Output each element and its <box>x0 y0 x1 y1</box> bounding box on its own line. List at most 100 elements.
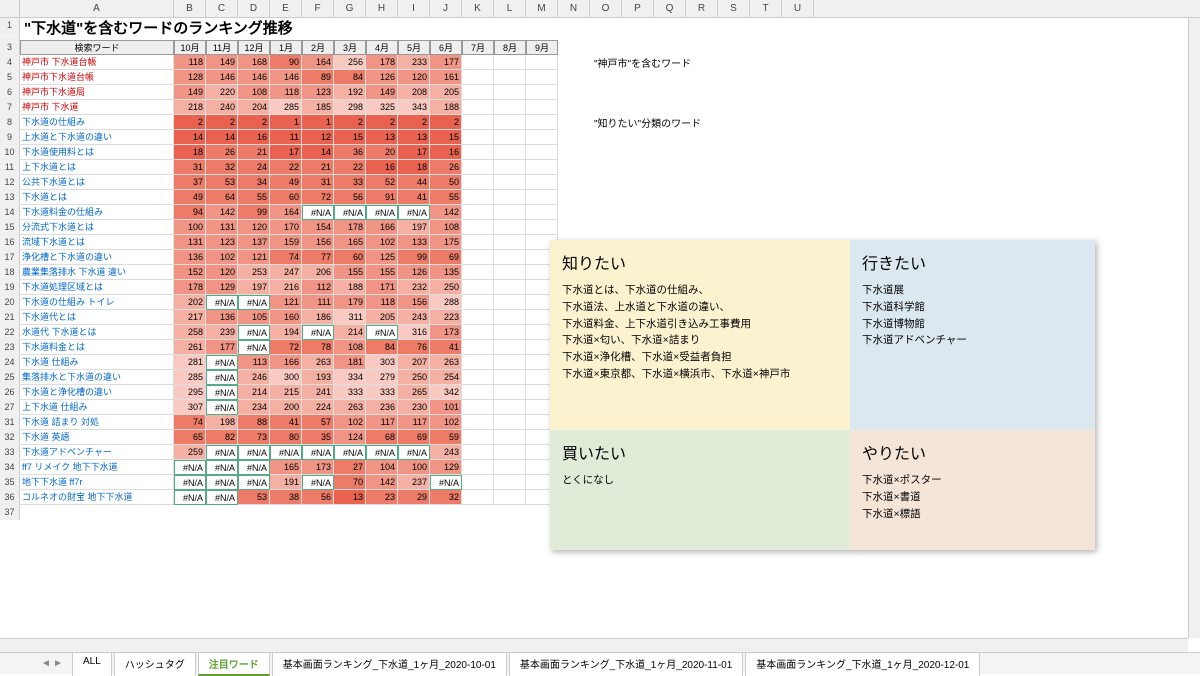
keyword-cell[interactable]: 下水道使用料とは <box>20 145 174 160</box>
rank-cell[interactable]: 333 <box>334 385 366 400</box>
rank-cell[interactable]: 121 <box>270 295 302 310</box>
keyword-cell[interactable]: 下水道 英語 <box>20 430 174 445</box>
rank-cell[interactable]: 2 <box>206 115 238 130</box>
empty-cell[interactable] <box>494 190 526 205</box>
rank-cell[interactable]: 188 <box>430 100 462 115</box>
rank-cell[interactable]: 303 <box>366 355 398 370</box>
rank-cell[interactable]: #N/A <box>334 205 366 220</box>
rank-cell[interactable]: 214 <box>238 385 270 400</box>
empty-cell[interactable] <box>494 145 526 160</box>
rank-cell[interactable]: 105 <box>238 310 270 325</box>
rank-cell[interactable]: 59 <box>430 430 462 445</box>
empty-cell[interactable] <box>462 205 494 220</box>
rank-cell[interactable]: 155 <box>366 265 398 280</box>
rank-cell[interactable]: 108 <box>430 220 462 235</box>
rank-cell[interactable]: 108 <box>334 340 366 355</box>
empty-cell[interactable] <box>462 175 494 190</box>
rank-cell[interactable]: #N/A <box>366 325 398 340</box>
rank-cell[interactable]: 49 <box>270 175 302 190</box>
keyword-cell[interactable]: 公共下水道とは <box>20 175 174 190</box>
rank-cell[interactable]: 146 <box>270 70 302 85</box>
empty-cell[interactable] <box>494 55 526 70</box>
rank-cell[interactable]: 149 <box>174 85 206 100</box>
empty-cell[interactable] <box>494 85 526 100</box>
rank-cell[interactable]: 31 <box>174 160 206 175</box>
col-header[interactable]: S <box>718 0 750 17</box>
rank-cell[interactable]: 179 <box>334 295 366 310</box>
keyword-cell[interactable]: 神戸市下水道台帳 <box>20 70 174 85</box>
rank-cell[interactable]: #N/A <box>206 355 238 370</box>
rank-cell[interactable]: #N/A <box>206 370 238 385</box>
row-number[interactable]: 20 <box>0 295 20 310</box>
row-number[interactable]: 23 <box>0 340 20 355</box>
row-number[interactable]: 19 <box>0 280 20 295</box>
rank-cell[interactable]: 137 <box>238 235 270 250</box>
col-header[interactable]: F <box>302 0 334 17</box>
rank-cell[interactable]: 14 <box>206 130 238 145</box>
rank-cell[interactable]: 307 <box>174 400 206 415</box>
rank-cell[interactable]: 254 <box>430 370 462 385</box>
rank-cell[interactable]: 41 <box>430 340 462 355</box>
empty-cell[interactable] <box>526 85 558 100</box>
empty-cell[interactable] <box>462 160 494 175</box>
row-number[interactable]: 11 <box>0 160 20 175</box>
rank-cell[interactable]: 100 <box>174 220 206 235</box>
rank-cell[interactable]: #N/A <box>238 460 270 475</box>
rank-cell[interactable]: #N/A <box>206 385 238 400</box>
keyword-cell[interactable]: 地下下水道 ff7r <box>20 475 174 490</box>
empty-cell[interactable] <box>526 190 558 205</box>
rank-cell[interactable]: 218 <box>174 100 206 115</box>
rank-cell[interactable]: 253 <box>238 265 270 280</box>
rank-cell[interactable]: 178 <box>174 280 206 295</box>
rank-cell[interactable]: 53 <box>206 175 238 190</box>
rank-cell[interactable]: 133 <box>398 235 430 250</box>
rank-cell[interactable]: #N/A <box>366 205 398 220</box>
rank-cell[interactable]: 164 <box>270 205 302 220</box>
empty-cell[interactable] <box>494 295 526 310</box>
sheet-tab[interactable]: 基本画面ランキング_下水道_1ヶ月_2020-11-01 <box>509 652 743 676</box>
row-number[interactable]: 32 <box>0 430 20 445</box>
empty-cell[interactable] <box>462 235 494 250</box>
rank-cell[interactable]: #N/A <box>206 445 238 460</box>
rank-cell[interactable]: 232 <box>398 280 430 295</box>
rank-cell[interactable]: #N/A <box>430 475 462 490</box>
rank-cell[interactable]: 70 <box>334 475 366 490</box>
rank-cell[interactable]: 202 <box>174 295 206 310</box>
rank-cell[interactable]: #N/A <box>206 460 238 475</box>
rank-cell[interactable]: 131 <box>206 220 238 235</box>
rank-cell[interactable]: 32 <box>430 490 462 505</box>
col-header[interactable]: O <box>590 0 622 17</box>
rank-cell[interactable]: 1 <box>302 115 334 130</box>
rank-cell[interactable]: 197 <box>398 220 430 235</box>
rank-cell[interactable]: 256 <box>334 55 366 70</box>
empty-cell[interactable] <box>462 445 494 460</box>
rank-cell[interactable]: 239 <box>206 325 238 340</box>
rank-cell[interactable]: 200 <box>270 400 302 415</box>
empty-cell[interactable] <box>494 340 526 355</box>
rank-cell[interactable]: 1 <box>270 115 302 130</box>
row-number[interactable]: 37 <box>0 505 20 520</box>
empty-cell[interactable] <box>526 70 558 85</box>
empty-cell[interactable] <box>462 475 494 490</box>
rank-cell[interactable]: 26 <box>430 160 462 175</box>
empty-cell[interactable] <box>494 100 526 115</box>
empty-cell[interactable] <box>494 475 526 490</box>
rank-cell[interactable]: 69 <box>430 250 462 265</box>
rank-cell[interactable]: 205 <box>366 310 398 325</box>
empty-cell[interactable] <box>462 400 494 415</box>
rank-cell[interactable]: 32 <box>206 160 238 175</box>
rank-cell[interactable]: 72 <box>270 340 302 355</box>
col-header[interactable]: P <box>622 0 654 17</box>
rank-cell[interactable]: 21 <box>238 145 270 160</box>
empty-cell[interactable] <box>462 70 494 85</box>
rank-cell[interactable]: 2 <box>174 115 206 130</box>
rank-cell[interactable]: 89 <box>302 70 334 85</box>
rank-cell[interactable]: 146 <box>238 70 270 85</box>
rank-cell[interactable]: #N/A <box>302 445 334 460</box>
rank-cell[interactable]: 17 <box>270 145 302 160</box>
row-number[interactable]: 26 <box>0 385 20 400</box>
rank-cell[interactable]: 94 <box>174 205 206 220</box>
col-header[interactable]: B <box>174 0 206 17</box>
rank-cell[interactable]: #N/A <box>238 340 270 355</box>
rank-cell[interactable]: 265 <box>398 385 430 400</box>
